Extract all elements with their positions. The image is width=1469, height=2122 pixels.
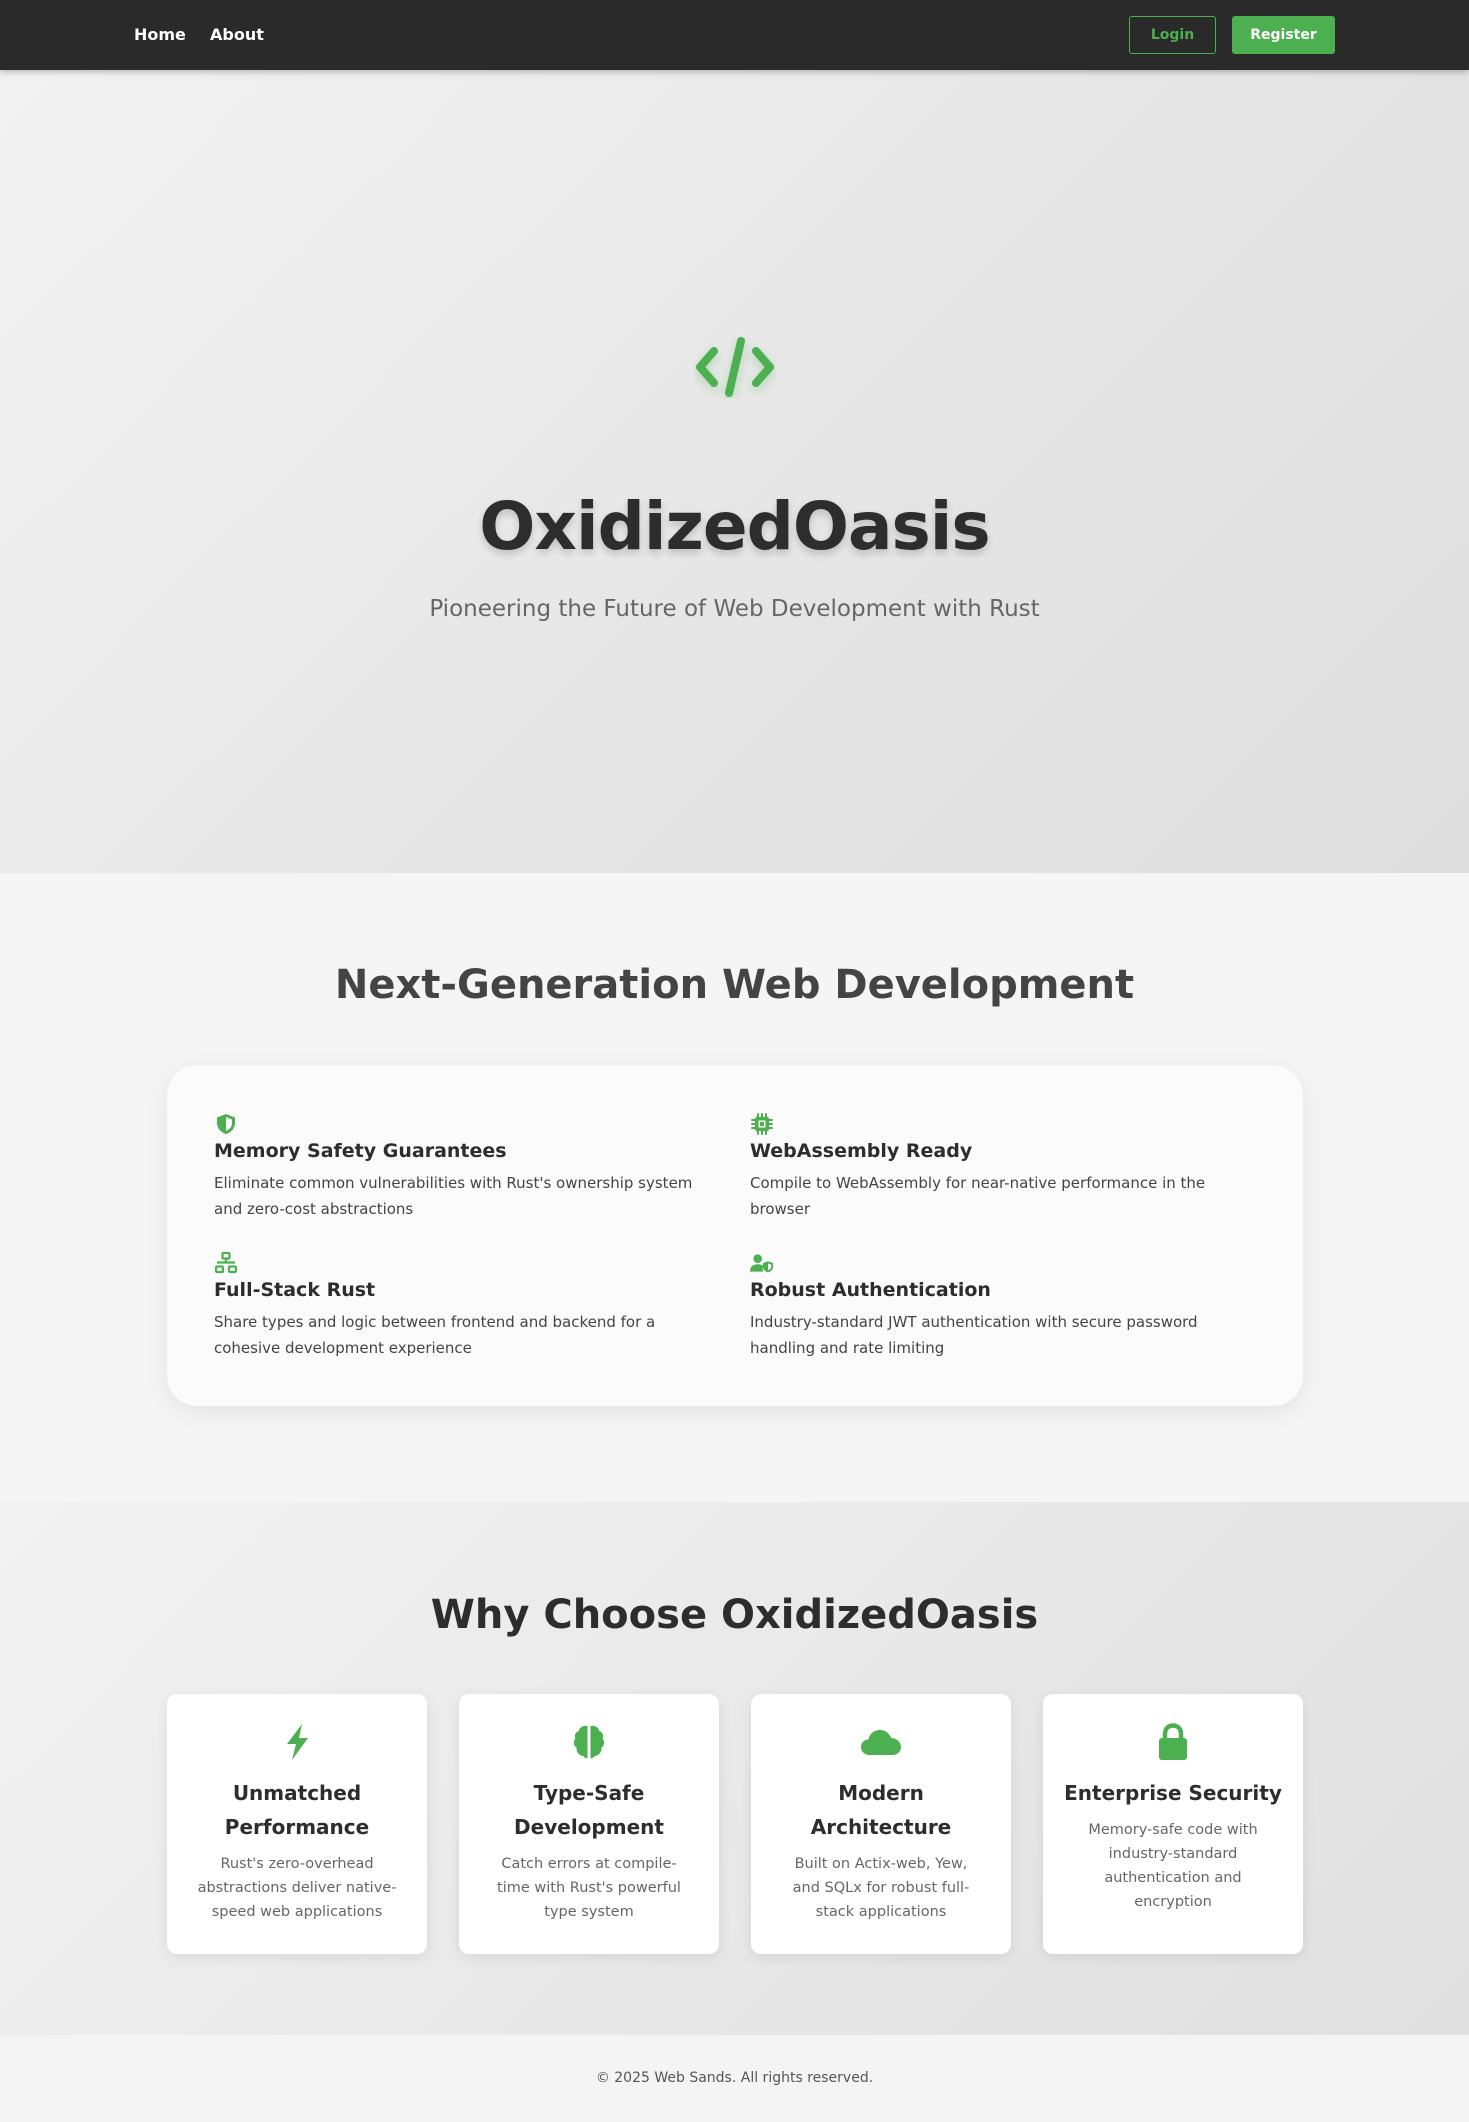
features-heading: Next-Generation Web Development — [334, 962, 1135, 1008]
why-card-security: Enterprise Security Memory-safe code wit… — [1043, 1694, 1303, 1954]
register-button[interactable]: Register — [1232, 16, 1335, 54]
why-card-title: Type-Safe Development — [514, 1781, 664, 1839]
user-shield-icon — [750, 1254, 774, 1273]
feature-title: Full-Stack Rust — [214, 1279, 376, 1301]
nav-link-home[interactable]: Home — [134, 25, 186, 44]
feature-title: WebAssembly Ready — [750, 1140, 973, 1162]
hero-title: OxidizedOasis — [479, 488, 990, 565]
why-card-typesafe: Type-Safe Development Catch errors at co… — [459, 1694, 719, 1954]
why-card-title: Unmatched Performance — [224, 1781, 370, 1839]
why-card-performance: Unmatched Performance Rust's zero-overhe… — [167, 1694, 427, 1954]
why-card-desc: Memory-safe code with industry-standard … — [1088, 1822, 1258, 1910]
footer-copyright: © 2025 Web Sands. All rights reserved. — [595, 2070, 874, 2086]
feature-desc: Eliminate common vulnerabilities with Ru… — [214, 1174, 693, 1218]
microchip-icon — [751, 1113, 773, 1135]
feature-title: Robust Authentication — [750, 1279, 991, 1301]
why-heading: Why Choose OxidizedOasis — [430, 1592, 1039, 1638]
shield-icon — [217, 1114, 235, 1134]
feature-desc: Share types and logic between frontend a… — [214, 1313, 656, 1357]
login-button[interactable]: Login — [1129, 16, 1216, 54]
feature-title: Memory Safety Guarantees — [214, 1140, 507, 1162]
network-icon — [214, 1251, 238, 1274]
lock-icon — [1159, 1723, 1187, 1760]
feature-desc: Industry-standard JWT authentication wit… — [750, 1313, 1198, 1357]
bolt-icon — [287, 1724, 308, 1760]
hero-section — [0, 70, 1469, 873]
code-icon — [696, 337, 774, 397]
why-card-desc: Catch errors at compile-time with Rust's… — [497, 1856, 681, 1920]
features-card: Memory Safety Guarantees Eliminate commo… — [167, 1065, 1303, 1406]
why-card-title: Enterprise Security — [1064, 1781, 1282, 1805]
top-navbar: Home About Login Register — [0, 0, 1469, 70]
why-card-desc: Built on Actix-web, Yew, and SQLx for ro… — [792, 1856, 970, 1920]
cloud-icon — [861, 1730, 901, 1755]
hero-subtitle: Pioneering the Future of Web Development… — [429, 596, 1040, 622]
nav-link-about[interactable]: About — [210, 25, 264, 44]
feature-desc: Compile to WebAssembly for near-native p… — [750, 1174, 1206, 1218]
why-card-title: Modern Architecture — [810, 1781, 952, 1839]
brain-icon — [573, 1725, 605, 1759]
why-card-desc: Rust's zero-overhead abstractions delive… — [197, 1856, 397, 1920]
why-card-architecture: Modern Architecture Built on Actix-web, … — [751, 1694, 1011, 1954]
